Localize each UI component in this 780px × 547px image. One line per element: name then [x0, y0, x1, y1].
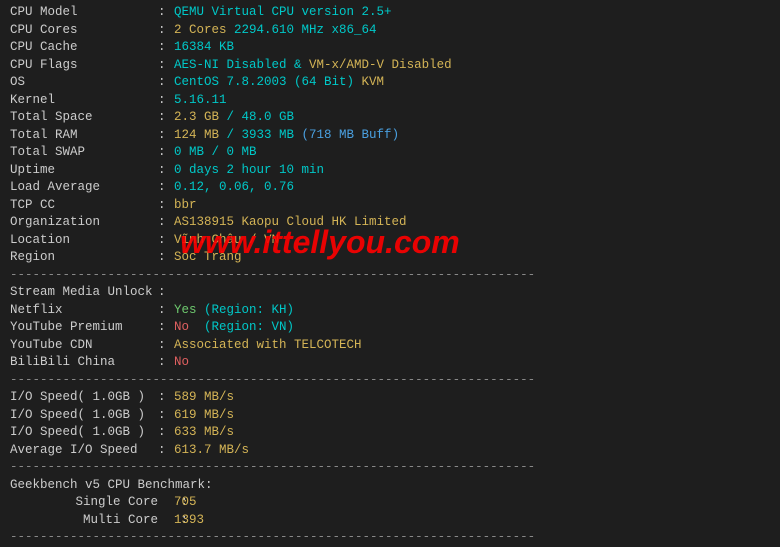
divider: ----------------------------------------… [10, 459, 770, 477]
row-io-1: I/O Speed( 1.0GB ): 589 MB/s [10, 389, 770, 407]
label-io-2: I/O Speed( 1.0GB ) [10, 407, 158, 425]
label-geekbench-single: Single Core [70, 494, 158, 512]
label-load-avg: Load Average [10, 179, 158, 197]
label-io-1: I/O Speed( 1.0GB ) [10, 389, 158, 407]
value-youtube-premium-status: No [174, 320, 197, 334]
value-os-virt: KVM [354, 75, 384, 89]
value-organization: AS138915 Kaopu Cloud HK Limited [174, 215, 407, 229]
row-location: Location: Vĩnh Châu / VN [10, 232, 770, 250]
value-netflix-status: Yes [174, 303, 197, 317]
value-swap-total: 0 MB [227, 145, 257, 159]
row-total-swap: Total SWAP: 0 MB / 0 MB [10, 144, 770, 162]
value-space-total: 48.0 GB [242, 110, 295, 124]
label-location: Location [10, 232, 158, 250]
value-tcp-cc: bbr [174, 198, 197, 212]
label-cpu-model: CPU Model [10, 4, 158, 22]
row-cpu-cache: CPU Cache: 16384 KB [10, 39, 770, 57]
row-uptime: Uptime: 0 days 2 hour 10 min [10, 162, 770, 180]
value-region: Sóc Trăng [174, 250, 242, 264]
value-io-2: 619 MB/s [174, 408, 234, 422]
label-cpu-cache: CPU Cache [10, 39, 158, 57]
label-total-ram: Total RAM [10, 127, 158, 145]
value-ram-total: 3933 MB [242, 128, 295, 142]
label-organization: Organization [10, 214, 158, 232]
value-location: Vĩnh Châu / VN [174, 233, 279, 247]
row-load-avg: Load Average: 0.12, 0.06, 0.76 [10, 179, 770, 197]
row-tcp-cc: TCP CC: bbr [10, 197, 770, 215]
label-geekbench-multi: Multi Core [70, 512, 158, 530]
value-netflix-region: (Region: KH) [197, 303, 295, 317]
row-total-ram: Total RAM: 124 MB / 3933 MB (718 MB Buff… [10, 127, 770, 145]
label-kernel: Kernel [10, 92, 158, 110]
row-cpu-cores: CPU Cores: 2 Cores 2294.610 MHz x86_64 [10, 22, 770, 40]
value-io-avg: 613.7 MB/s [174, 443, 249, 457]
label-os: OS [10, 74, 158, 92]
row-geekbench-single: Single Core : 705 [10, 494, 770, 512]
value-cpu-cores-freq: 2294.610 MHz x86_64 [227, 23, 377, 37]
label-youtube-cdn: YouTube CDN [10, 337, 158, 355]
value-geekbench-single: 705 [174, 495, 197, 509]
row-os: OS: CentOS 7.8.2003 (64 Bit) KVM [10, 74, 770, 92]
value-ram-used: 124 MB [174, 128, 219, 142]
label-tcp-cc: TCP CC [10, 197, 158, 215]
row-geekbench-header: Geekbench v5 CPU Benchmark: [10, 477, 770, 495]
value-swap-used: 0 MB [174, 145, 204, 159]
row-io-2: I/O Speed( 1.0GB ): 619 MB/s [10, 407, 770, 425]
value-os-distro: CentOS 7.8.2003 (64 Bit) [174, 75, 354, 89]
value-cpu-cores-count: 2 Cores [174, 23, 227, 37]
label-total-space: Total Space [10, 109, 158, 127]
value-cpu-flags-vmx: VM-x/AMD-V Disabled [309, 58, 452, 72]
label-io-3: I/O Speed( 1.0GB ) [10, 424, 158, 442]
row-netflix: Netflix: Yes (Region: KH) [10, 302, 770, 320]
row-stream-header: Stream Media Unlock: [10, 284, 770, 302]
value-geekbench-multi: 1393 [174, 513, 204, 527]
label-cpu-cores: CPU Cores [10, 22, 158, 40]
row-organization: Organization: AS138915 Kaopu Cloud HK Li… [10, 214, 770, 232]
value-space-used: 2.3 GB [174, 110, 219, 124]
label-uptime: Uptime [10, 162, 158, 180]
label-region: Region [10, 249, 158, 267]
row-youtube-premium: YouTube Premium: No (Region: VN) [10, 319, 770, 337]
value-cpu-flags-aes: AES-NI Disabled [174, 58, 287, 72]
row-geekbench-multi: Multi Core : 1393 [10, 512, 770, 530]
row-io-avg: Average I/O Speed: 613.7 MB/s [10, 442, 770, 460]
row-io-3: I/O Speed( 1.0GB ): 633 MB/s [10, 424, 770, 442]
row-cpu-flags: CPU Flags: AES-NI Disabled & VM-x/AMD-V … [10, 57, 770, 75]
label-cpu-flags: CPU Flags [10, 57, 158, 75]
divider: ----------------------------------------… [10, 372, 770, 390]
value-cpu-model: QEMU Virtual CPU version 2.5+ [174, 5, 392, 19]
label-io-avg: Average I/O Speed [10, 442, 158, 460]
row-youtube-cdn: YouTube CDN: Associated with TELCOTECH [10, 337, 770, 355]
value-io-3: 633 MB/s [174, 425, 234, 439]
row-bilibili: BiliBili China: No [10, 354, 770, 372]
divider: ----------------------------------------… [10, 267, 770, 285]
value-load-avg: 0.12, 0.06, 0.76 [174, 180, 294, 194]
label-bilibili: BiliBili China [10, 354, 158, 372]
value-uptime: 0 days 2 hour 10 min [174, 163, 324, 177]
label-netflix: Netflix [10, 302, 158, 320]
label-geekbench-header: Geekbench v5 CPU Benchmark: [10, 478, 213, 492]
value-youtube-cdn: Associated with TELCOTECH [174, 338, 362, 352]
value-bilibili-status: No [174, 355, 189, 369]
row-kernel: Kernel: 5.16.11 [10, 92, 770, 110]
value-ram-buff: (718 MB Buff) [294, 128, 399, 142]
row-total-space: Total Space: 2.3 GB / 48.0 GB [10, 109, 770, 127]
value-youtube-premium-region: (Region: VN) [197, 320, 295, 334]
label-total-swap: Total SWAP [10, 144, 158, 162]
row-cpu-model: CPU Model: QEMU Virtual CPU version 2.5+ [10, 4, 770, 22]
value-kernel: 5.16.11 [174, 93, 227, 107]
value-io-1: 589 MB/s [174, 390, 234, 404]
label-youtube-premium: YouTube Premium [10, 319, 158, 337]
value-cpu-cache: 16384 KB [174, 40, 234, 54]
row-region: Region: Sóc Trăng [10, 249, 770, 267]
label-stream-header: Stream Media Unlock [10, 284, 158, 302]
